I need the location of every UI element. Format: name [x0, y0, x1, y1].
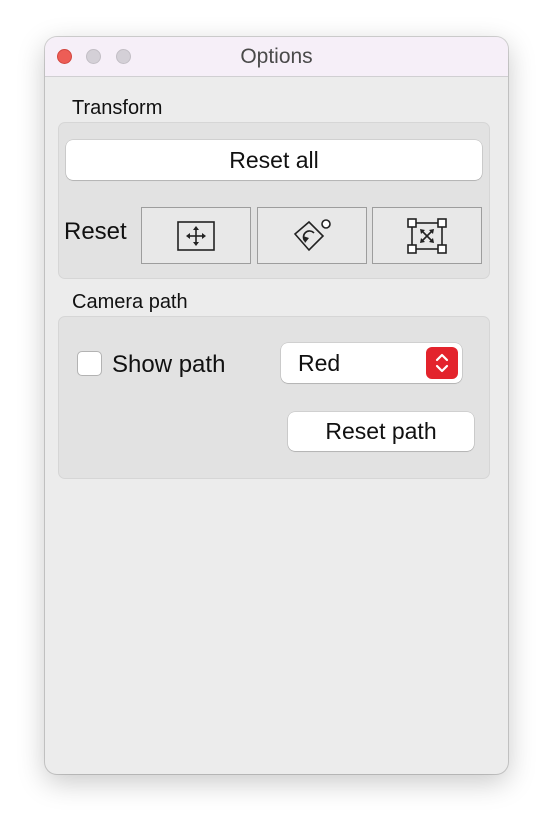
- reset-label: Reset: [64, 218, 127, 245]
- rotate-icon: [293, 218, 331, 251]
- show-path-checkbox[interactable]: [77, 351, 102, 376]
- reset-scale-button[interactable]: [372, 207, 482, 264]
- reset-path-button[interactable]: Reset path: [288, 412, 474, 451]
- scale-icon: [407, 217, 447, 254]
- options-window: Options Transform Reset all Reset Camera…: [45, 37, 508, 774]
- title-bar: Options: [45, 37, 508, 77]
- chevron-up-down-icon: [426, 347, 458, 379]
- transform-section-label: Transform: [72, 97, 163, 119]
- move-icon: [177, 220, 215, 251]
- path-color-value: Red: [298, 350, 341, 376]
- show-path-label: Show path: [112, 351, 226, 378]
- camera-path-group-box: [58, 316, 490, 479]
- reset-translation-button[interactable]: [141, 207, 251, 264]
- reset-rotation-button[interactable]: [257, 207, 367, 264]
- path-color-select[interactable]: Red: [281, 343, 462, 383]
- camera-path-section-label: Camera path: [72, 291, 188, 313]
- reset-all-button[interactable]: Reset all: [66, 140, 482, 180]
- window-title: Options: [240, 45, 313, 68]
